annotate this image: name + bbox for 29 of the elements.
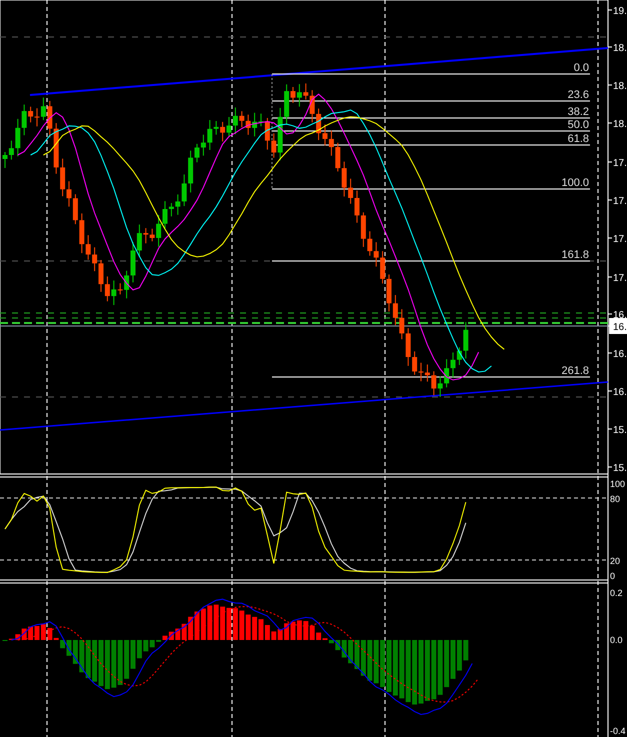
fibonacci-level-label: 100.0 (561, 177, 589, 189)
price-axis-label: 19. (613, 6, 627, 17)
stochastic-axis-label: 0 (610, 571, 616, 581)
stochastic-axis-label: 80 (610, 494, 620, 504)
price-axis-label: 17. (613, 196, 627, 207)
price-axis-label: 15. (613, 425, 627, 436)
fibonacci-level-label: 50.0 (568, 119, 589, 131)
price-axis-label: 18. (613, 119, 627, 130)
fibonacci-level-label: 161.8 (561, 249, 589, 261)
price-axis-label: 17. (613, 273, 627, 284)
macd-axis-label: 0.2 (610, 588, 623, 598)
fibonacci-level-label: 0.0 (574, 62, 589, 74)
macd-axis-label: 0.0 (610, 635, 623, 645)
fibonacci-level-label: 261.8 (561, 365, 589, 377)
fibonacci-level-label: 23.6 (568, 89, 589, 101)
price-axis-label: 16. (613, 310, 627, 321)
price-axis-label: 15. (613, 463, 627, 474)
macd-axis-label: -0.4 (610, 726, 626, 736)
stochastic-axis-label: 20 (610, 556, 620, 566)
price-axis-label: 17. (613, 158, 627, 169)
stochastic-axis-label: 100 (610, 479, 626, 489)
fibonacci-level-label: 38.2 (568, 106, 589, 118)
price-axis-label: 16. (613, 322, 627, 333)
price-axis-label: 18. (613, 43, 627, 54)
price-axis-label: 18. (613, 81, 627, 92)
fibonacci-level-label: 61.8 (568, 133, 589, 145)
price-axis-label: 17. (613, 234, 627, 245)
price-axis-label: 16. (613, 387, 627, 398)
price-axis-label: 16. (613, 349, 627, 360)
